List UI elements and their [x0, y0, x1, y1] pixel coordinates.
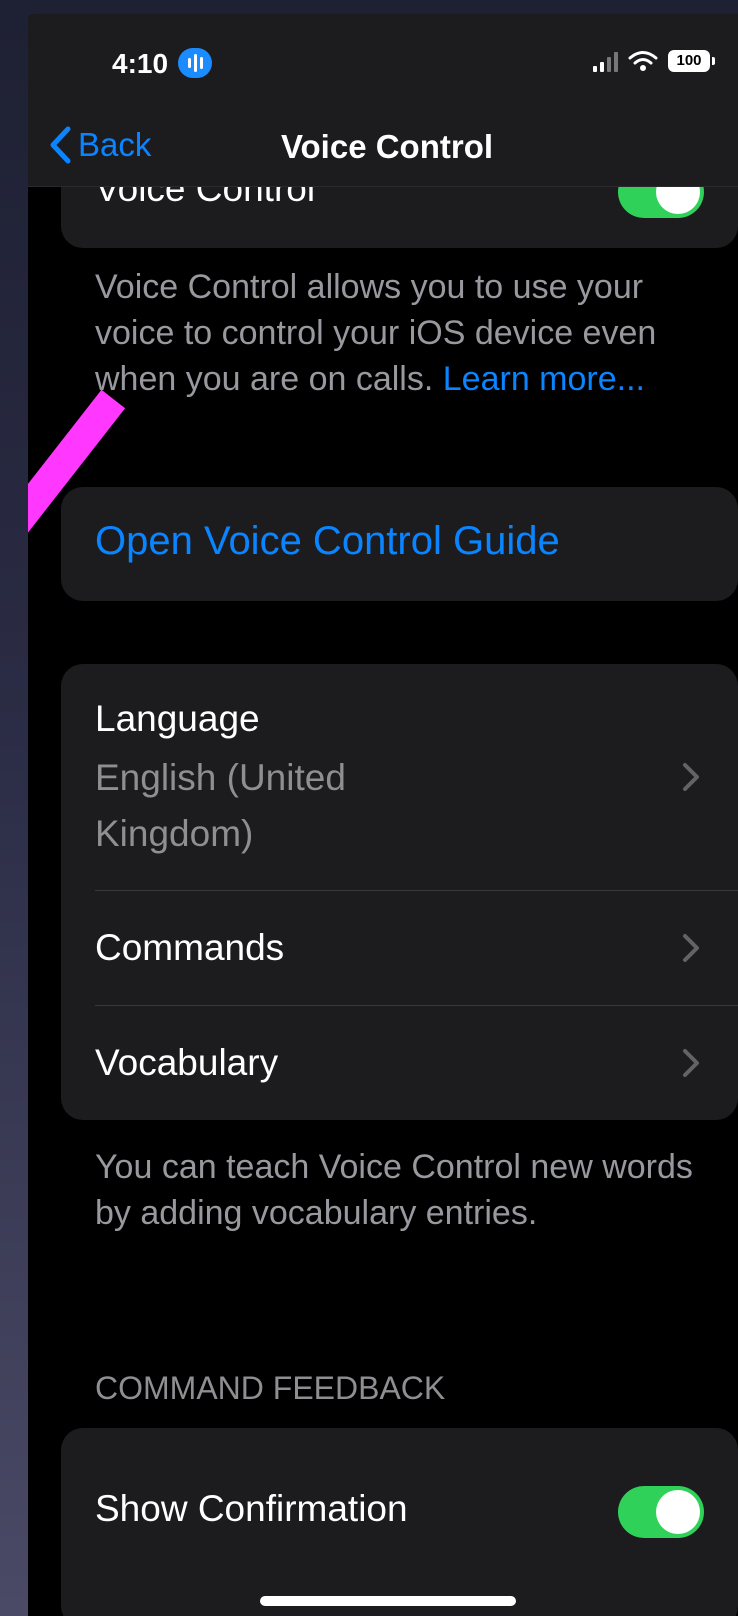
voice-control-description: Voice Control allows you to use your voi…: [95, 264, 695, 402]
language-row[interactable]: Language English (United Kingdom): [61, 664, 738, 890]
cellular-signal-icon: [593, 50, 618, 72]
navigation-bar: Back Voice Control: [28, 106, 738, 187]
home-indicator[interactable]: [260, 1596, 516, 1606]
settings-group: Language English (United Kingdom) Comman…: [61, 664, 738, 1120]
vocabulary-footer: You can teach Voice Control new words by…: [95, 1148, 693, 1232]
voice-control-indicator-icon: [178, 48, 212, 78]
open-guide-label: Open Voice Control Guide: [95, 519, 560, 563]
show-confirmation-toggle[interactable]: [618, 1486, 704, 1538]
guide-group: Open Voice Control Guide: [61, 487, 738, 601]
chevron-left-icon: [50, 126, 71, 164]
chevron-right-icon: [683, 763, 699, 791]
wifi-icon: [628, 51, 658, 71]
phone-screen: Voice Control Voice Control allows you t…: [28, 14, 738, 1616]
show-confirmation-row: Show Confirmation: [61, 1428, 738, 1616]
open-guide-button[interactable]: Open Voice Control Guide: [61, 487, 738, 601]
command-feedback-group: Show Confirmation: [61, 1428, 738, 1616]
language-label: Language: [95, 698, 260, 739]
learn-more-link[interactable]: Learn more...: [443, 360, 645, 398]
battery-icon: 100: [668, 50, 715, 72]
back-label: Back: [78, 126, 152, 163]
status-bar: 4:10 100: [28, 14, 738, 106]
chevron-right-icon: [683, 934, 699, 962]
status-icons: 100: [593, 50, 715, 72]
vocabulary-label: Vocabulary: [95, 1042, 279, 1083]
back-button[interactable]: Back: [48, 122, 151, 168]
commands-row[interactable]: Commands: [61, 891, 738, 1005]
language-value: English (United Kingdom): [95, 757, 346, 854]
vocabulary-row[interactable]: Vocabulary: [61, 1006, 738, 1120]
commands-label: Commands: [95, 927, 285, 968]
chevron-right-icon: [683, 1049, 699, 1077]
command-feedback-header: COMMAND FEEDBACK: [95, 1370, 446, 1406]
status-time: 4:10: [112, 48, 169, 79]
page-title: Voice Control: [280, 128, 494, 165]
show-confirmation-label: Show Confirmation: [95, 1488, 408, 1529]
